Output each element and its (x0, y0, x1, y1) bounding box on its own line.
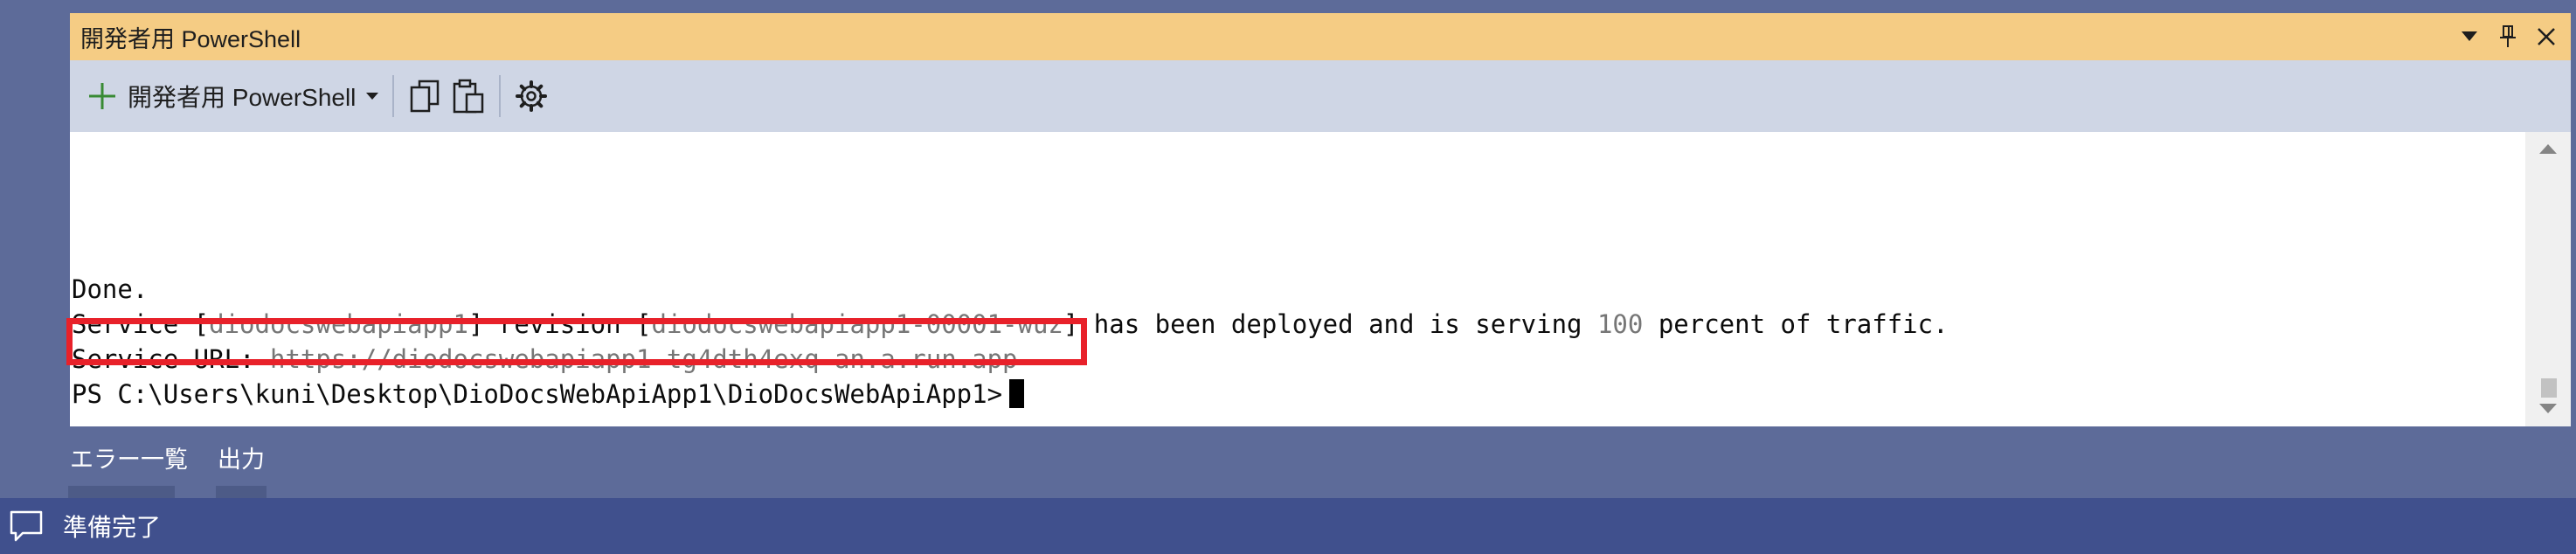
text-cursor (1009, 379, 1025, 408)
speech-bubble-icon (10, 510, 43, 542)
gear-icon (516, 80, 548, 112)
status-bar: 準備完了 (0, 498, 2576, 554)
pin-icon (2500, 25, 2516, 47)
vertical-scrollbar[interactable] (2525, 132, 2571, 426)
paste-icon (454, 79, 484, 114)
chevron-down-icon (2539, 404, 2557, 413)
terminal-panel: 開発者用 PowerShell 開発者用 PowerShell Done. Se… (66, 13, 2571, 426)
output-line-done: Done. (72, 274, 149, 304)
chevron-down-icon (2462, 31, 2477, 41)
tab-output[interactable]: 出力 (216, 437, 267, 498)
toolbar-separator (499, 75, 502, 117)
copy-button[interactable] (403, 71, 447, 121)
settings-button[interactable] (509, 71, 553, 121)
traffic-percent: 100 (1596, 309, 1644, 339)
panel-title-bar[interactable]: 開発者用 PowerShell (70, 13, 2571, 60)
url-highlight-box (66, 318, 1087, 365)
tab-indicator (68, 486, 175, 498)
terminal-output[interactable]: Done. Service [diodocswebapiapp1] revisi… (66, 132, 2525, 426)
tab-label: 出力 (218, 447, 265, 473)
prompt-text: PS C:\Users\kuni\Desktop\DioDocsWebApiAp… (72, 379, 1003, 409)
output-text: ] has been deployed and is serving (1063, 309, 1597, 339)
scroll-up-button[interactable] (2525, 132, 2571, 167)
toolbar-separator (392, 75, 395, 117)
prompt-line[interactable]: PS C:\Users\kuni\Desktop\DioDocsWebApiAp… (72, 379, 1025, 409)
panel-window-controls (2450, 13, 2566, 60)
notification-icon[interactable] (9, 509, 44, 544)
scroll-down-button[interactable] (2525, 391, 2571, 426)
chevron-up-icon (2539, 144, 2557, 154)
tab-label: エラー一覧 (70, 447, 188, 473)
paste-button[interactable] (447, 71, 490, 121)
terminal-toolbar: 開発者用 PowerShell (70, 60, 2571, 132)
output-text: percent of traffic. (1643, 309, 1949, 339)
tab-error-list[interactable]: エラー一覧 (68, 437, 190, 498)
chevron-down-icon (366, 92, 379, 100)
tab-indicator (216, 486, 267, 498)
new-terminal-label: 開発者用 PowerShell (128, 84, 357, 111)
close-button[interactable] (2527, 17, 2566, 56)
terminal-dropdown-toggle[interactable] (366, 92, 379, 100)
new-terminal-button[interactable]: 開発者用 PowerShell (82, 71, 384, 121)
plus-icon (89, 83, 115, 109)
window-position-button[interactable] (2450, 17, 2489, 56)
bottom-tool-tabs: エラー一覧 出力 (68, 437, 293, 498)
panel-title: 開発者用 PowerShell (80, 25, 301, 52)
close-icon (2538, 28, 2555, 45)
pin-button[interactable] (2489, 17, 2527, 56)
copy-icon (411, 80, 440, 113)
status-text: 準備完了 (63, 514, 162, 541)
